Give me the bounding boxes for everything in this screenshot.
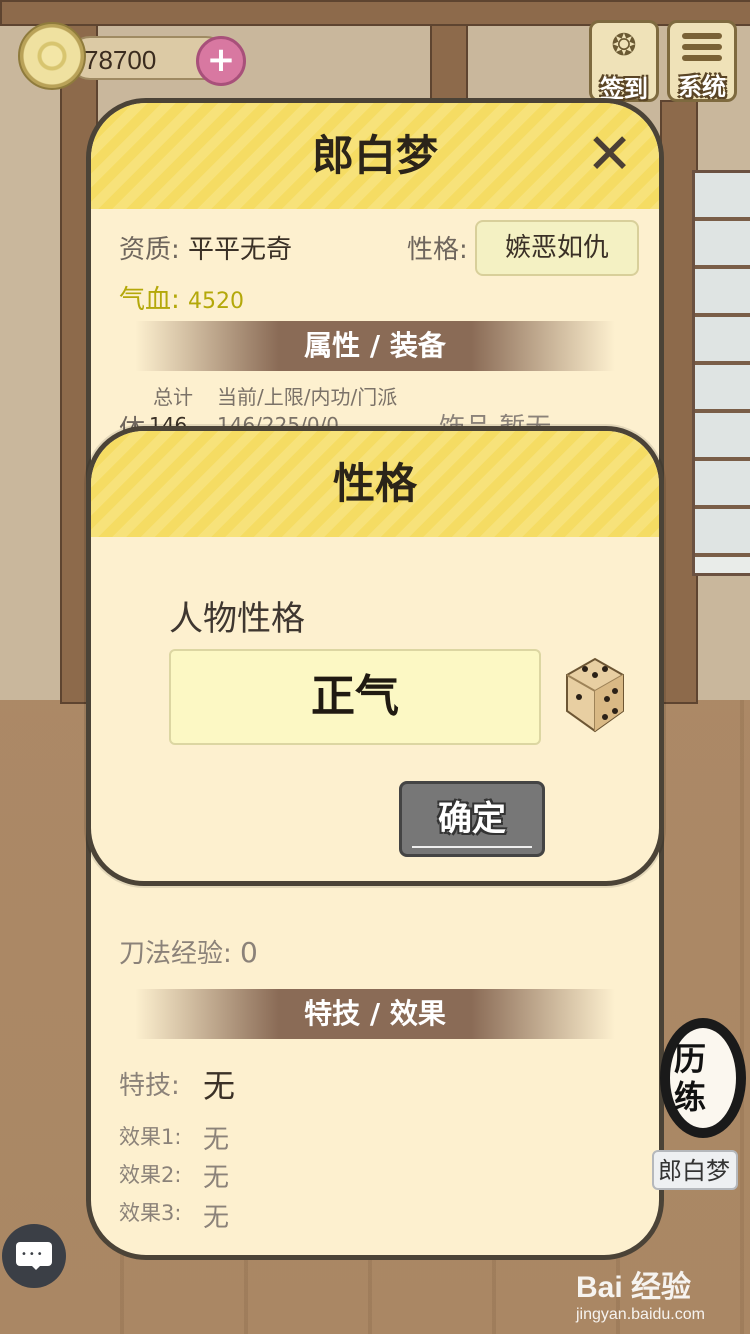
effect-3-value: 无 [203,1203,230,1233]
gift-icon: ❂ [611,28,637,63]
modal-title: 性格 [91,431,659,537]
system-button[interactable]: 系统 [667,20,737,102]
blade-exp-value: 0 [240,936,258,969]
col-detail: 当前/上限/内功/门派 [217,385,398,409]
add-coins-button[interactable]: + [196,36,246,86]
personality-label: 性格: [407,235,468,265]
hp-row: 气血: 4520 [119,279,244,316]
skill-label: 特技: [119,1071,180,1101]
plus-icon: + [206,40,236,80]
personality-value-field: 正气 [169,649,541,745]
effect-3-label: 效果3: [119,1201,182,1225]
effect-2-value: 无 [203,1163,230,1193]
practice-label: 历练 [673,1040,706,1116]
blade-exp-row: 刀法经验: 0 [119,933,258,970]
aptitude-label: 资质: [119,235,180,265]
dice-icon[interactable] [559,653,629,737]
col-total: 总计 [153,385,193,409]
close-icon[interactable]: ✕ [586,127,633,183]
hp-label: 气血: [119,285,180,315]
background-window [692,170,750,576]
coin-icon [18,22,86,90]
effect-1-value: 无 [203,1125,230,1155]
menu-icon [682,33,722,61]
confirm-button[interactable]: 确定 [399,781,545,857]
character-name: 郎白梦 [91,103,659,209]
watermark-logo: Bai 经验 [576,1271,692,1304]
attribute-section-header: 属性 / 装备 [135,321,615,371]
aptitude-row: 资质: 平平无奇 [119,229,292,266]
skill-section-header: 特技 / 效果 [135,989,615,1039]
personality-modal: 性格 人物性格 正气 确定 [86,426,664,886]
chat-button[interactable]: ••• [2,1224,66,1288]
signin-button[interactable]: ❂ 签到 [589,20,659,103]
effect-2-label: 效果2: [119,1163,182,1187]
watermark-url: jingyan.baidu.com [576,1306,705,1323]
system-label: 系统 [678,73,726,101]
character-name-tag[interactable]: 郎白梦 [652,1150,738,1190]
personality-field-label: 人物性格 [169,599,305,639]
blade-exp-label: 刀法经验: [119,939,232,969]
aptitude-value: 平平无奇 [188,235,293,265]
hp-value: 4520 [188,289,245,314]
watermark: Bai 经验 jingyan.baidu.com [576,1262,746,1323]
effect-1-label: 效果1: [119,1125,182,1149]
practice-button[interactable]: 历练 [660,1018,746,1138]
skill-value: 无 [203,1067,236,1105]
personality-chip[interactable]: 嫉恶如仇 [475,220,639,276]
